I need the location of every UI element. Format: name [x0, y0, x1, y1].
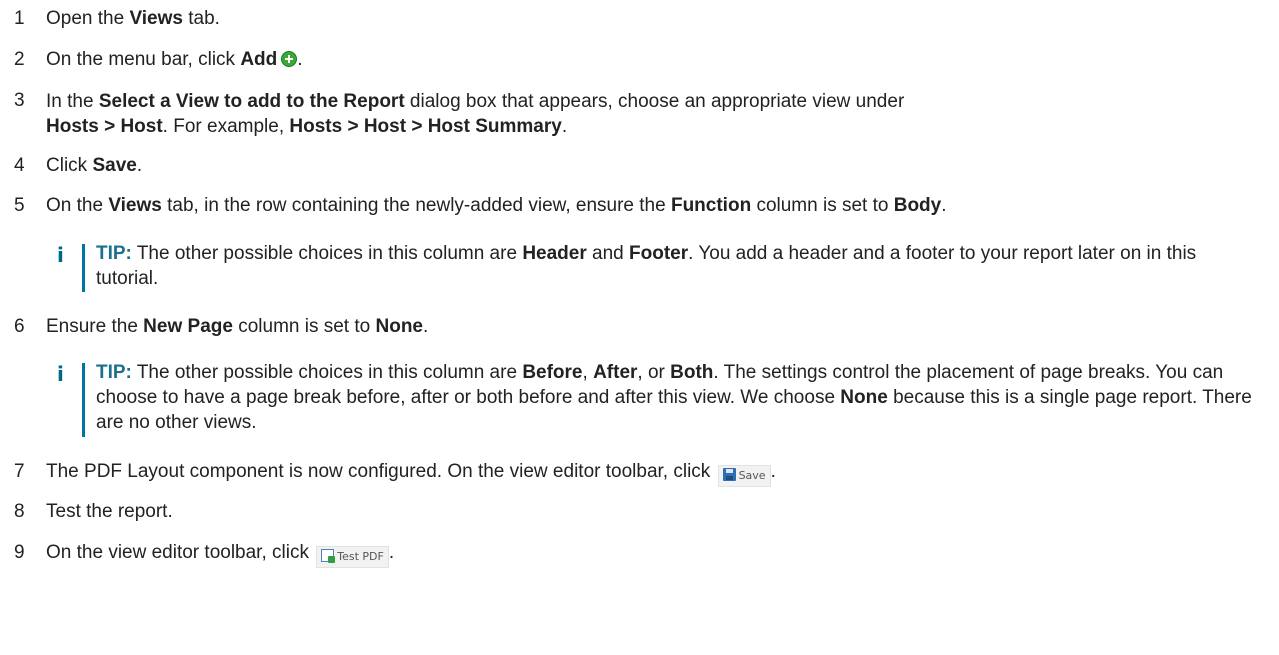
test-pdf-icon — [321, 549, 336, 563]
info-icon: i — [57, 362, 64, 386]
step-text: Test the report. — [46, 501, 173, 522]
step-text: On the Views tab, in the row containing … — [46, 195, 947, 216]
step-4: 4 Click Save. — [0, 154, 1279, 178]
step-text: Ensure the New Page column is set to Non… — [46, 316, 429, 337]
step-8: 8 Test the report. — [0, 500, 1279, 524]
step-text: Open the Views tab. — [46, 8, 220, 29]
test-pdf-button[interactable]: Test PDF — [316, 546, 389, 568]
step-9: 9 On the view editor toolbar, click Test… — [0, 541, 1279, 568]
tip-label: TIP: — [96, 362, 132, 383]
tip-text: TIP: The other possible choices in this … — [96, 243, 1197, 289]
step-text: On the view editor toolbar, click Test P… — [46, 541, 1249, 568]
step-text: Click Save. — [46, 155, 143, 176]
tip-label: TIP: — [96, 243, 132, 264]
step-number: 8 — [14, 501, 25, 522]
step-text: In the Select a View to add to the Repor… — [46, 91, 905, 137]
floppy-disk-icon — [722, 468, 736, 481]
step-number: 4 — [14, 155, 25, 176]
tip-note: i TIP: The other possible choices in thi… — [57, 241, 1259, 293]
info-icon: i — [57, 243, 64, 267]
step-text: On the menu bar, click Add. — [46, 49, 303, 70]
step-text: The PDF Layout component is now configur… — [46, 460, 1249, 487]
step-number: 3 — [14, 90, 25, 111]
step-number: 6 — [14, 316, 25, 337]
save-button[interactable]: Save — [717, 465, 771, 487]
step-number: 5 — [14, 195, 25, 216]
tip-text: TIP: The other possible choices in this … — [96, 362, 1252, 433]
step-1: 1 Open the Views tab. — [0, 7, 1279, 31]
step-7: 7 The PDF Layout component is now config… — [0, 460, 1279, 487]
add-icon — [281, 51, 298, 67]
step-number: 1 — [14, 8, 25, 29]
step-number: 2 — [14, 49, 25, 70]
step-2: 2 On the menu bar, click Add. — [0, 48, 1279, 72]
tip-bar — [82, 244, 85, 292]
step-3: 3 In the Select a View to add to the Rep… — [0, 89, 1279, 139]
tip-note: i TIP: The other possible choices in thi… — [57, 360, 1259, 438]
step-number: 7 — [14, 461, 25, 482]
tip-bar — [82, 363, 85, 437]
step-number: 9 — [14, 542, 25, 563]
step-5: 5 On the Views tab, in the row containin… — [0, 194, 1279, 218]
step-6: 6 Ensure the New Page column is set to N… — [0, 315, 1279, 339]
